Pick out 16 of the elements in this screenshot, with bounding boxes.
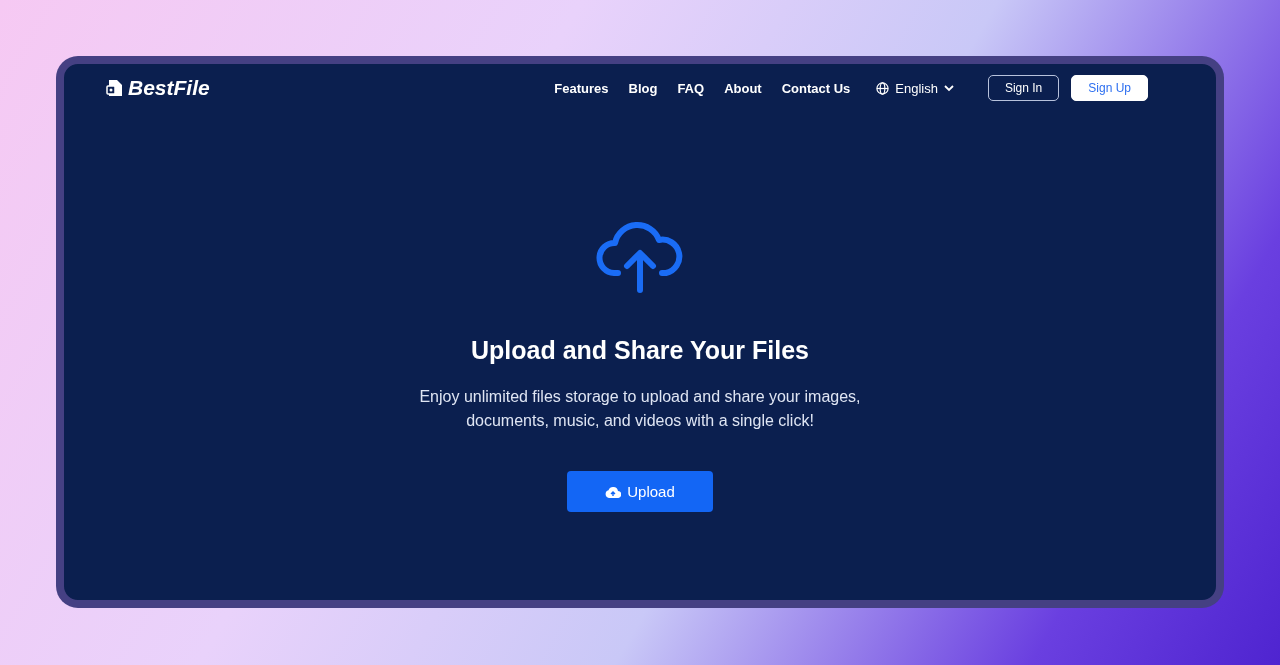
language-selector[interactable]: English (895, 80, 938, 96)
chevron-down-icon[interactable] (943, 84, 954, 92)
nav-link[interactable]: Blog (628, 80, 658, 96)
nav-link[interactable]: FAQ (677, 80, 705, 96)
sign-in-button[interactable]: Sign In (987, 75, 1060, 101)
sign-up-button[interactable]: Sign Up (1071, 75, 1148, 101)
cloud-upload-icon (605, 485, 622, 498)
nav-link[interactable]: Features (554, 80, 609, 96)
globe-icon (876, 81, 890, 95)
hero-title: Upload and Share Your Files (470, 336, 809, 365)
logo-text: BestFile (128, 76, 210, 100)
hero-description: Enjoy unlimited files storage to upload and share your images, documents, music, and videos with a single click! (418, 387, 862, 431)
nav-link[interactable]: About (724, 80, 762, 96)
file-icon (106, 79, 124, 97)
upload-button[interactable]: Upload (567, 471, 713, 512)
nav-link[interactable]: Contact Us (781, 80, 851, 96)
